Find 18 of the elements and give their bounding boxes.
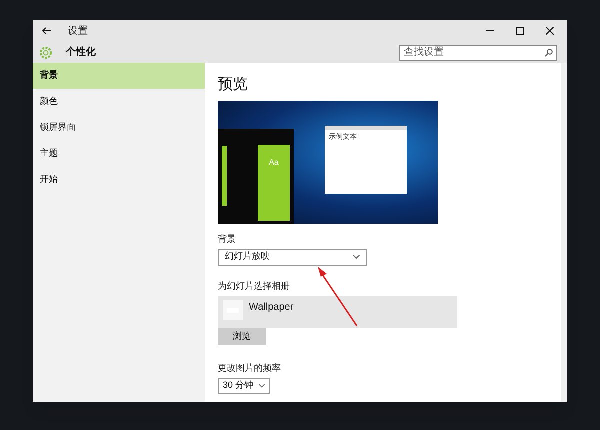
album-item[interactable]: Wallpaper [218,296,457,328]
field-label: 背景 [218,233,237,246]
sidebar-item[interactable]: 主题 [33,141,205,167]
page-title: 个性化 [66,46,96,60]
background-dropdown[interactable]: 幻灯片放映 [218,248,367,266]
field-label: 为幻灯片选择相册 [218,280,291,292]
window-title: 设置 [68,24,88,38]
browse-button[interactable]: 浏览 [218,328,266,345]
frequency-dropdown[interactable]: 30 分钟 [218,378,270,394]
tile-text: Aa [269,157,279,169]
section-heading: 预览 [218,75,249,95]
sidebar-item[interactable]: 颜色 [33,89,205,115]
sidebar-item[interactable]: 开始 [33,167,205,193]
sidebar-item[interactable]: 锁屏界面 [33,115,205,141]
sidebar-item[interactable]: 背景 [33,63,205,89]
album-name: Wallpaper [249,301,294,315]
search-field[interactable]: 查找设置 [399,44,557,60]
field-label: 更改图片的频率 [218,362,282,375]
